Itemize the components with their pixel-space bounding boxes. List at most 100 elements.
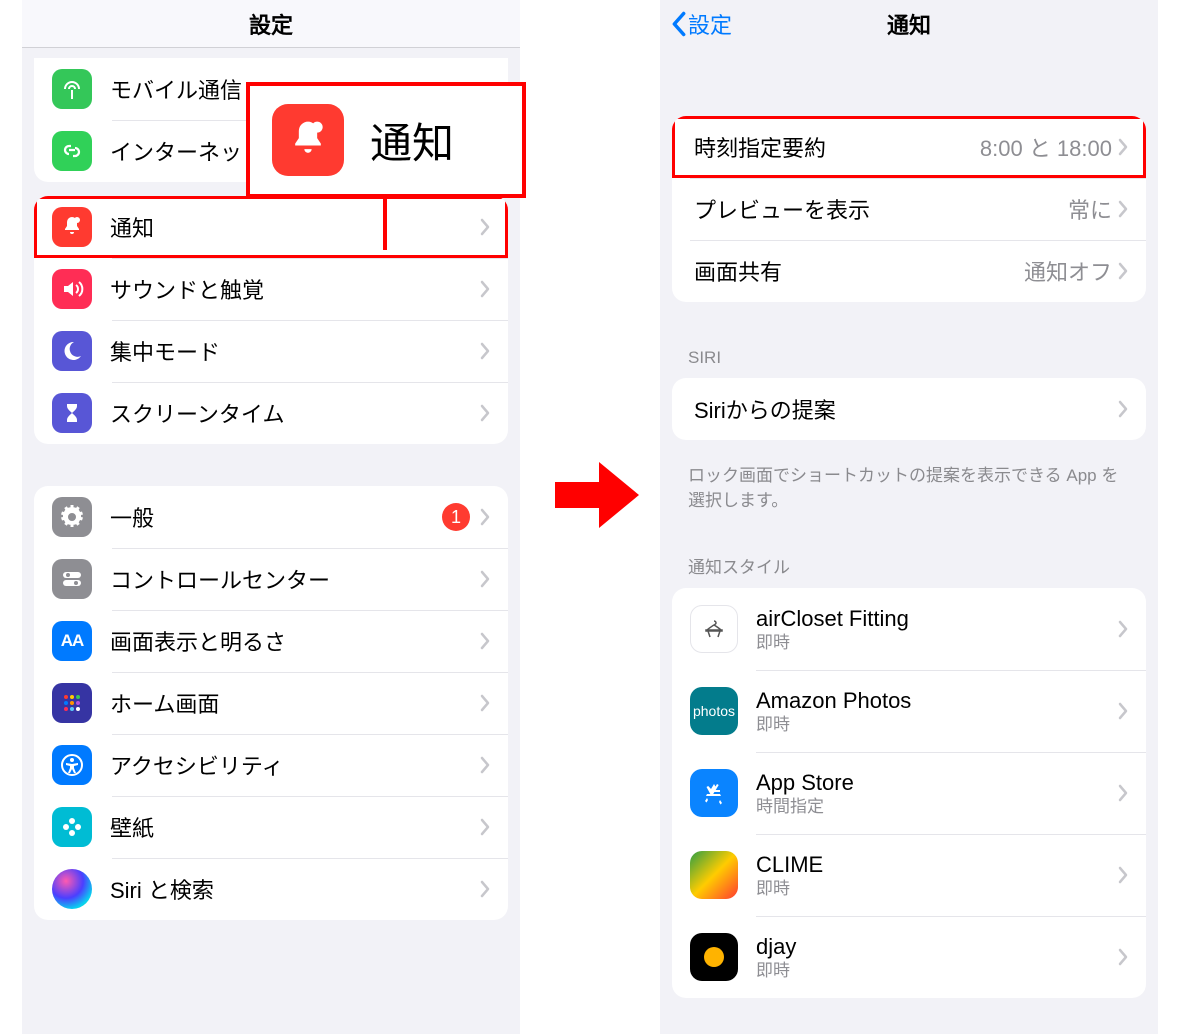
- chevron-right-icon: [480, 218, 490, 236]
- row-wallpaper[interactable]: 壁紙: [34, 796, 508, 858]
- accessibility-icon: [52, 745, 92, 785]
- app-icon-aircloset: [690, 605, 738, 653]
- right-panel-notifications: 設定 通知 時刻指定要約 8:00 と 18:00 プレビューを表示 常に 画面…: [660, 0, 1158, 1034]
- section-footer-siri: ロック画面でショートカットの提案を表示できる App を選択します。: [660, 454, 1158, 517]
- row-scheduled-summary[interactable]: 時刻指定要約 8:00 と 18:00: [672, 116, 1146, 178]
- left-nav-bar: 設定: [22, 0, 520, 48]
- row-label: 時刻指定要約: [694, 131, 980, 163]
- chevron-right-icon: [480, 280, 490, 298]
- app-icon-clime: [690, 851, 738, 899]
- chevron-right-icon: [480, 342, 490, 360]
- row-label: 一般: [110, 501, 442, 533]
- row-value: 常に: [1068, 193, 1112, 225]
- app-name: App Store: [756, 769, 1118, 797]
- row-siri[interactable]: Siri と検索: [34, 858, 508, 920]
- app-row-aircloset[interactable]: airCloset Fitting 即時: [672, 588, 1146, 670]
- row-label: Siri と検索: [110, 873, 480, 905]
- siri-icon: [52, 869, 92, 909]
- chevron-right-icon: [1118, 200, 1128, 218]
- left-group-notifications: 通知 サウンドと触覚 集中モード スクリーンタイム: [34, 196, 508, 444]
- row-value: 8:00 と 18:00: [980, 131, 1112, 163]
- chevron-right-icon: [1118, 702, 1128, 720]
- app-name: djay: [756, 933, 1118, 961]
- row-siri-suggestions[interactable]: Siriからの提案: [672, 378, 1146, 440]
- chevron-right-icon: [1118, 262, 1128, 280]
- app-sub: 即時: [756, 714, 1118, 735]
- nav-back-label: 設定: [688, 8, 732, 40]
- arrow-right-icon: [555, 460, 639, 530]
- app-row-clime[interactable]: CLIME 即時: [672, 834, 1146, 916]
- row-label: ホーム画面: [110, 687, 480, 719]
- app-row-amazon[interactable]: photos Amazon Photos 即時: [672, 670, 1146, 752]
- row-label: アクセシビリティ: [110, 749, 480, 781]
- row-controlcenter[interactable]: コントロールセンター: [34, 548, 508, 610]
- gear-icon: [52, 497, 92, 537]
- right-nav-title: 通知: [660, 8, 1158, 40]
- right-group-apps: airCloset Fitting 即時 photos Amazon Photo…: [672, 588, 1146, 998]
- chevron-right-icon: [480, 570, 490, 588]
- row-accessibility[interactable]: アクセシビリティ: [34, 734, 508, 796]
- right-group-settings: 時刻指定要約 8:00 と 18:00 プレビューを表示 常に 画面共有 通知オ…: [672, 116, 1146, 302]
- antenna-icon: [52, 69, 92, 109]
- chevron-right-icon: [1118, 620, 1128, 638]
- hourglass-icon: [52, 393, 92, 433]
- grid-icon: [52, 683, 92, 723]
- chevron-right-icon: [480, 694, 490, 712]
- app-sub: 時間指定: [756, 796, 1118, 817]
- row-focus[interactable]: 集中モード: [34, 320, 508, 382]
- left-group-general: 一般 1 コントロールセンター AA 画面表示と明るさ ホーム画面: [34, 486, 508, 920]
- app-name: CLIME: [756, 851, 1118, 879]
- right-group-siri: Siriからの提案: [672, 378, 1146, 440]
- speaker-icon: [52, 269, 92, 309]
- chevron-right-icon: [480, 880, 490, 898]
- row-display[interactable]: AA 画面表示と明るさ: [34, 610, 508, 672]
- link-icon: [52, 131, 92, 171]
- bell-icon: [52, 207, 92, 247]
- row-label: スクリーンタイム: [110, 397, 480, 429]
- app-icon-djay: [690, 933, 738, 981]
- row-label: プレビューを表示: [694, 193, 1068, 225]
- chevron-right-icon: [480, 508, 490, 526]
- row-notifications[interactable]: 通知: [34, 196, 508, 258]
- row-home[interactable]: ホーム画面: [34, 672, 508, 734]
- section-header-style: 通知スタイル: [660, 535, 1158, 584]
- left-nav-title: 設定: [22, 8, 520, 40]
- row-preview[interactable]: プレビューを表示 常に: [672, 178, 1146, 240]
- row-label: コントロールセンター: [110, 563, 480, 595]
- app-row-appstore[interactable]: App Store 時間指定: [672, 752, 1146, 834]
- chevron-right-icon: [1118, 784, 1128, 802]
- row-general[interactable]: 一般 1: [34, 486, 508, 548]
- row-label: 集中モード: [110, 335, 480, 367]
- callout-stem: [383, 198, 387, 250]
- flower-icon: [52, 807, 92, 847]
- row-label: 画面共有: [694, 255, 1024, 287]
- chevron-right-icon: [480, 632, 490, 650]
- callout-notifications: 通知: [246, 82, 526, 198]
- row-value: 通知オフ: [1024, 255, 1112, 287]
- nav-back-button[interactable]: 設定: [670, 8, 732, 40]
- row-sounds[interactable]: サウンドと触覚: [34, 258, 508, 320]
- chevron-right-icon: [480, 818, 490, 836]
- row-screentime[interactable]: スクリーンタイム: [34, 382, 508, 444]
- app-row-djay[interactable]: djay 即時: [672, 916, 1146, 998]
- chevron-right-icon: [1118, 138, 1128, 156]
- bell-icon: [272, 104, 344, 176]
- app-sub: 即時: [756, 878, 1118, 899]
- right-nav-bar: 設定 通知: [660, 0, 1158, 48]
- row-label: 画面表示と明るさ: [110, 625, 480, 657]
- row-label: 通知: [110, 211, 480, 243]
- chevron-right-icon: [1118, 866, 1128, 884]
- app-icon-amazon-photos: photos: [690, 687, 738, 735]
- moon-icon: [52, 331, 92, 371]
- app-name: airCloset Fitting: [756, 605, 1118, 633]
- row-screenshare[interactable]: 画面共有 通知オフ: [672, 240, 1146, 302]
- callout-label: 通知: [370, 110, 454, 171]
- row-label: Siriからの提案: [694, 393, 1118, 425]
- app-sub: 即時: [756, 960, 1118, 981]
- app-icon-appstore: [690, 769, 738, 817]
- section-header-siri: SIRI: [660, 330, 1158, 374]
- row-label: 壁紙: [110, 811, 480, 843]
- chevron-right-icon: [1118, 948, 1128, 966]
- toggles-icon: [52, 559, 92, 599]
- app-name: Amazon Photos: [756, 687, 1118, 715]
